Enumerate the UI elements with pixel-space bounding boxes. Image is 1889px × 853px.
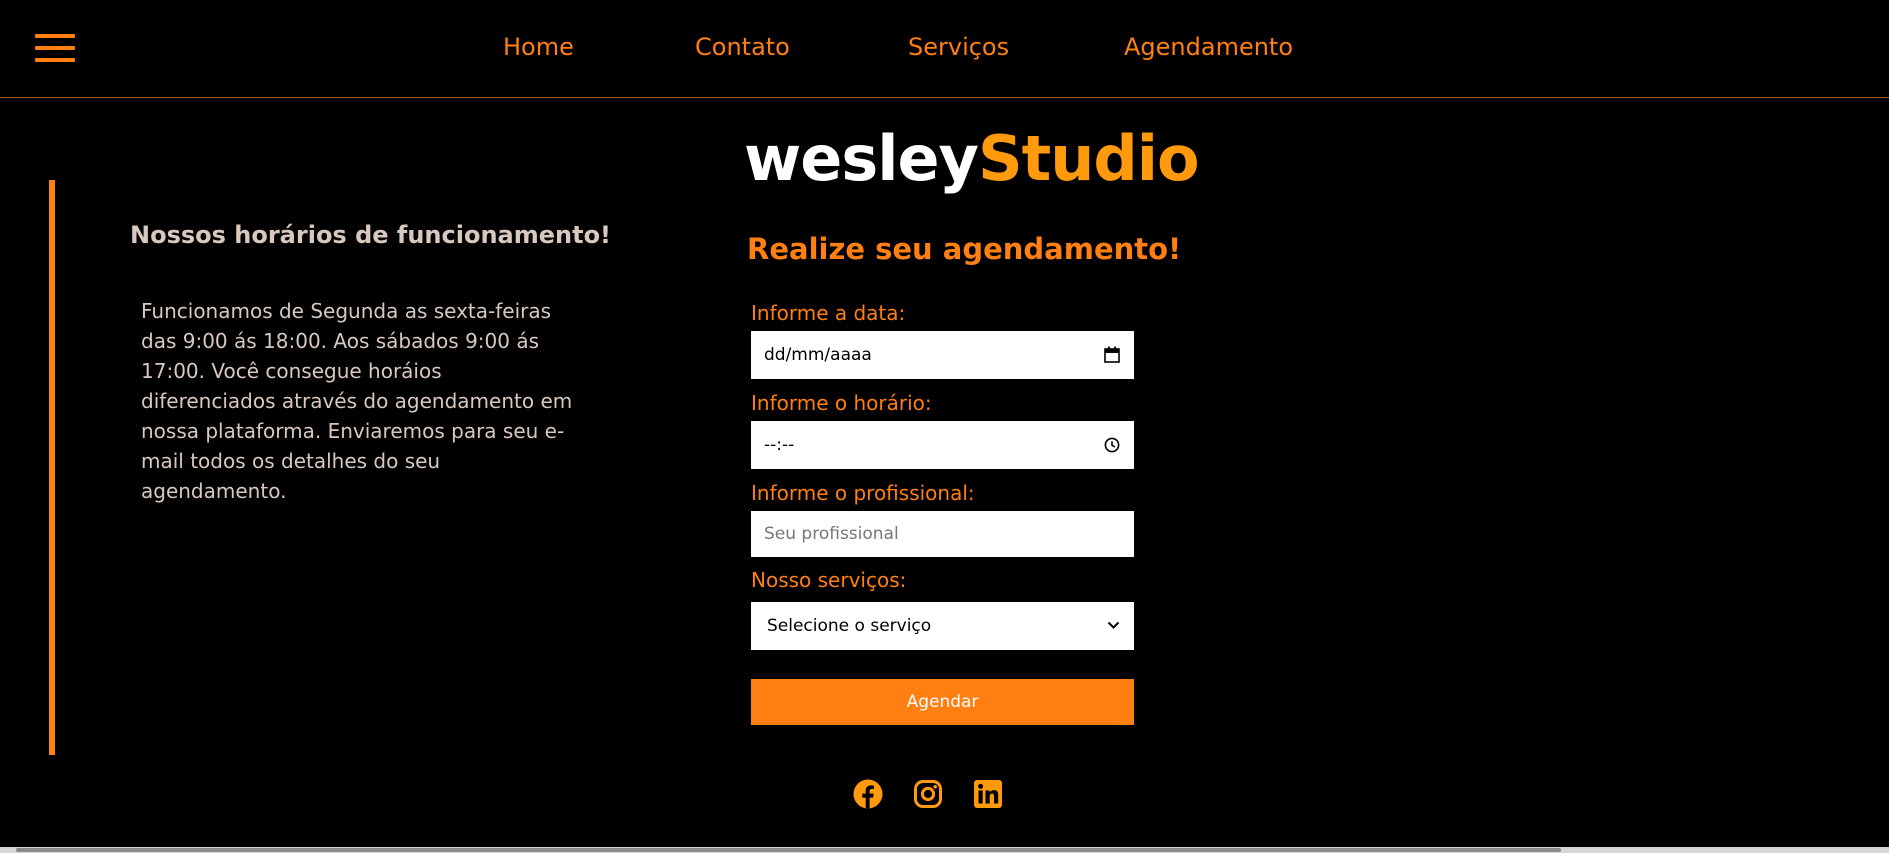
nav-link-home[interactable]: Home bbox=[503, 33, 574, 61]
schedule-submit-button[interactable]: Agendar bbox=[751, 679, 1134, 725]
top-navbar: Home Contato Serviços Agendamento bbox=[0, 0, 1889, 98]
service-label: Nosso serviços: bbox=[751, 568, 907, 592]
date-input[interactable]: dd/mm/aaaa bbox=[751, 331, 1134, 379]
clock-icon[interactable] bbox=[1104, 437, 1120, 453]
brand-logo-part1: wesley bbox=[744, 122, 979, 195]
instagram-icon[interactable] bbox=[913, 779, 943, 809]
brand-logo: wesleyStudio bbox=[744, 122, 1200, 195]
time-input[interactable]: --:-- bbox=[751, 421, 1134, 469]
form-title: Realize seu agendamento! bbox=[747, 232, 1182, 266]
nav-link-contato[interactable]: Contato bbox=[695, 33, 790, 61]
time-label: Informe o horário: bbox=[751, 391, 932, 415]
hours-description: Funcionamos de Segunda as sexta-feiras d… bbox=[141, 299, 573, 503]
hamburger-menu-icon[interactable] bbox=[35, 34, 75, 62]
chevron-down-icon bbox=[1107, 621, 1120, 629]
nav-link-agendamento[interactable]: Agendamento bbox=[1124, 33, 1293, 61]
accent-divider bbox=[49, 180, 55, 755]
professional-label: Informe o profissional: bbox=[751, 481, 975, 505]
calendar-icon[interactable] bbox=[1104, 346, 1120, 363]
date-label: Informe a data: bbox=[751, 301, 906, 325]
professional-input[interactable]: Seu profissional bbox=[751, 511, 1134, 557]
time-input-value: --:-- bbox=[764, 435, 795, 455]
horizontal-scrollbar[interactable] bbox=[0, 847, 1889, 853]
facebook-icon[interactable] bbox=[853, 779, 883, 809]
service-select[interactable]: Selecione o serviço bbox=[751, 602, 1134, 650]
linkedin-icon[interactable] bbox=[973, 779, 1003, 809]
hours-title: Nossos horários de funcionamento! bbox=[130, 221, 611, 249]
professional-input-placeholder: Seu profissional bbox=[764, 524, 899, 544]
scrollbar-thumb[interactable] bbox=[16, 848, 1561, 852]
service-select-value: Selecione o serviço bbox=[767, 616, 932, 636]
brand-logo-part2: Studio bbox=[977, 122, 1200, 195]
date-input-value: dd/mm/aaaa bbox=[764, 345, 872, 365]
nav-link-servicos[interactable]: Serviços bbox=[908, 33, 1009, 61]
